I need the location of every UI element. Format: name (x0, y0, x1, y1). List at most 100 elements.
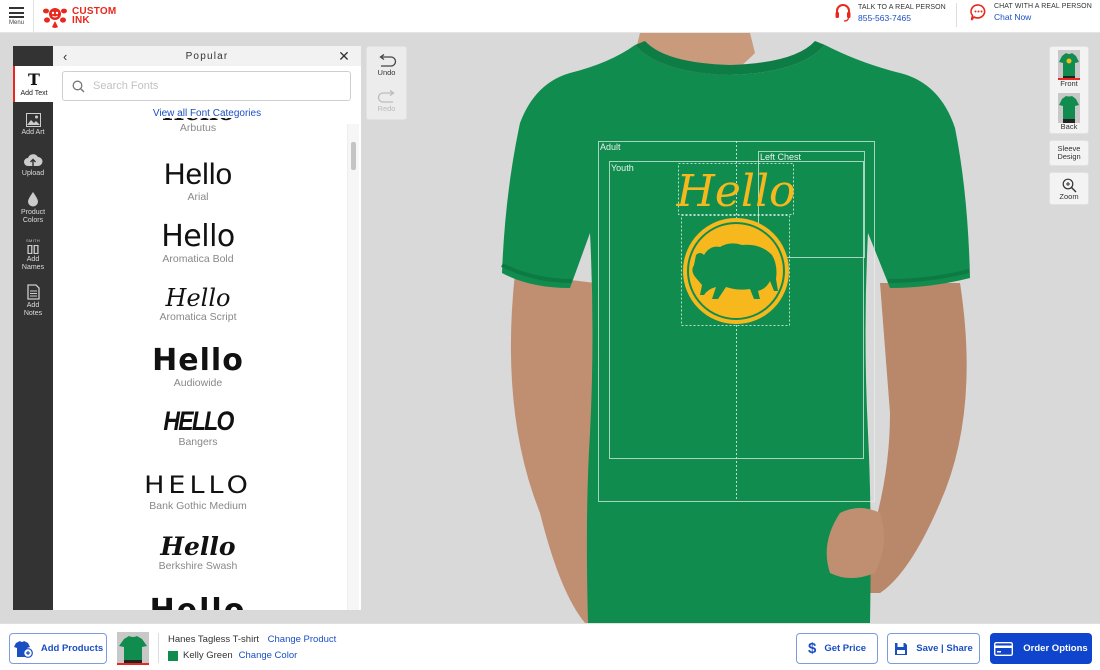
font-list-scrollbar[interactable] (347, 124, 359, 610)
shirt-mockup: Adult Youth Left Chest Hello (501, 33, 970, 623)
font-item-next[interactable]: Hello (53, 596, 343, 611)
font-sample: Hello (53, 118, 343, 121)
zoom-label-wrap: Zoom (1050, 173, 1088, 204)
header-divider (956, 3, 957, 27)
rail-item-add-text[interactable]: T Add Text (13, 66, 53, 102)
back-chevron-icon[interactable]: ‹ (63, 49, 69, 64)
back-thumbnail (1058, 93, 1080, 123)
chat-contact: CHAT WITH A REAL PERSON Chat Now (969, 3, 1092, 22)
scrollbar-thumb[interactable] (351, 142, 356, 170)
font-item-arial[interactable]: Hello Arial (53, 158, 343, 204)
rail-label: Notes (23, 309, 43, 317)
bottom-bar: Add Products Hanes Tagless T-shirt Chang… (0, 623, 1100, 670)
rail-label: Add Text (20, 89, 48, 97)
font-sample-clipped: Hello (53, 118, 343, 121)
font-name: Bangers (178, 436, 218, 448)
redo-icon (377, 89, 395, 103)
font-item-audiowide[interactable]: Hello Audiowide (53, 346, 343, 390)
font-item-bank-gothic-medium[interactable]: HELLO Bank Gothic Medium (53, 472, 343, 512)
undo-icon (378, 53, 396, 67)
font-search-input[interactable] (93, 80, 333, 92)
footer-divider (158, 633, 159, 663)
rail-label: Names (21, 263, 45, 271)
names-icon-text: SMITH (26, 237, 40, 243)
font-name: Arial (187, 191, 209, 203)
product-name: Hanes Tagless T-shirt (168, 634, 259, 645)
notes-icon (26, 283, 40, 300)
sleeve-design-label-wrap: Sleeve Design (1050, 141, 1088, 165)
zoom-label: Zoom (1059, 192, 1079, 201)
side-switcher: Front Back (1049, 46, 1089, 134)
tool-rail: T Add Text Add Art Upload Product Colors… (13, 46, 53, 610)
front-view-button[interactable]: Front (1050, 47, 1088, 90)
product-info: Hanes Tagless T-shirt Change Product (168, 634, 336, 645)
chat-now-link[interactable]: Chat Now (994, 12, 1092, 22)
rail-label: Add (26, 301, 40, 309)
color-name: Kelly Green (183, 650, 233, 661)
font-item-arbutus[interactable]: Hello Arbutus (53, 118, 343, 134)
chat-bubble-icon (970, 4, 986, 21)
font-name: Aromatica Script (159, 311, 237, 323)
back-view-button[interactable]: Back (1050, 90, 1088, 133)
save-floppy-icon (895, 642, 908, 655)
drop-icon (27, 190, 39, 207)
panel-title: Popular (185, 50, 229, 62)
redo-button[interactable]: Redo (367, 83, 406, 119)
rail-label: Add Art (21, 128, 45, 136)
zoom-in-icon (1062, 178, 1076, 193)
product-color-info: Kelly Green Change Color (168, 650, 297, 661)
custom-ink-logo[interactable]: CUSTOM INK (42, 3, 116, 29)
change-product-link[interactable]: Change Product (268, 634, 337, 645)
rail-item-add-names[interactable]: SMITH Add Names (13, 230, 53, 278)
get-price-button[interactable]: $ Get Price (796, 633, 878, 664)
close-icon[interactable]: ✕ (338, 48, 351, 65)
undo-button[interactable]: Undo (367, 47, 406, 83)
design-canvas[interactable]: Adult Youth Left Chest Hello (420, 33, 1040, 623)
rail-item-add-notes[interactable]: Add Notes (13, 278, 53, 322)
rail-item-product-colors[interactable]: Product Colors (13, 184, 53, 230)
font-panel: ‹ Popular ✕ View all Font Categories Hel… (53, 46, 361, 610)
add-products-button[interactable]: Add Products (9, 633, 107, 664)
image-icon (25, 110, 41, 127)
font-item-berkshire-swash[interactable]: Hello Berkshire Swash (53, 534, 343, 572)
font-sample: Hello (163, 158, 233, 191)
front-label: Front (1060, 79, 1078, 88)
chat-caption: CHAT WITH A REAL PERSON (994, 3, 1092, 10)
front-thumbnail (1058, 50, 1080, 80)
design-label: Design (1057, 152, 1081, 161)
font-item-aromatica-bold[interactable]: Hello Aromatica Bold (53, 219, 343, 266)
design-art-bison[interactable] (683, 218, 789, 324)
top-header: Menu CUSTOM INK TALK TO A REAL PERSON 85… (0, 0, 1100, 33)
product-thumbnail[interactable] (117, 632, 149, 665)
dollar-icon: $ (807, 640, 817, 657)
phone-contact: TALK TO A REAL PERSON 855-563-7465 (834, 3, 946, 23)
menu-label: Menu (8, 20, 24, 26)
add-product-shirt-icon (13, 640, 33, 658)
font-sample: Hello (161, 219, 235, 254)
design-text-hello[interactable]: Hello (675, 166, 795, 217)
phone-number-link[interactable]: 855-563-7465 (858, 13, 946, 23)
sleeve-design-button[interactable]: Sleeve Design (1049, 140, 1089, 166)
save-share-button[interactable]: Save | Share (887, 633, 980, 664)
logo-text: CUSTOM INK (72, 7, 116, 26)
font-item-aromatica-script[interactable]: Hello Aromatica Script (53, 286, 343, 323)
font-name: Arbutus (179, 122, 217, 134)
font-item-bangers[interactable]: HELLO Bangers (53, 406, 343, 449)
rail-item-add-art[interactable]: Add Art (13, 102, 53, 144)
order-options-button[interactable]: Order Options (990, 633, 1092, 664)
font-search-field[interactable] (62, 71, 351, 101)
change-color-link[interactable]: Change Color (239, 650, 298, 661)
rail-label: Add (26, 255, 40, 263)
text-icon: T (28, 69, 40, 89)
font-sample: HELLO (163, 406, 234, 436)
undo-label: Undo (377, 67, 396, 77)
font-sample: Hello (160, 532, 236, 561)
save-share-label: Save | Share (916, 643, 973, 654)
adult-area-label: Adult (600, 142, 621, 152)
panel-header: ‹ Popular ✕ (53, 46, 361, 66)
view-controls: Front Back Sleeve Design Zoom (1049, 46, 1089, 211)
menu-button[interactable]: Menu (0, 0, 34, 33)
rail-item-upload[interactable]: Upload (13, 144, 53, 184)
cloud-upload-icon (23, 151, 43, 168)
zoom-button[interactable]: Zoom (1049, 172, 1089, 205)
